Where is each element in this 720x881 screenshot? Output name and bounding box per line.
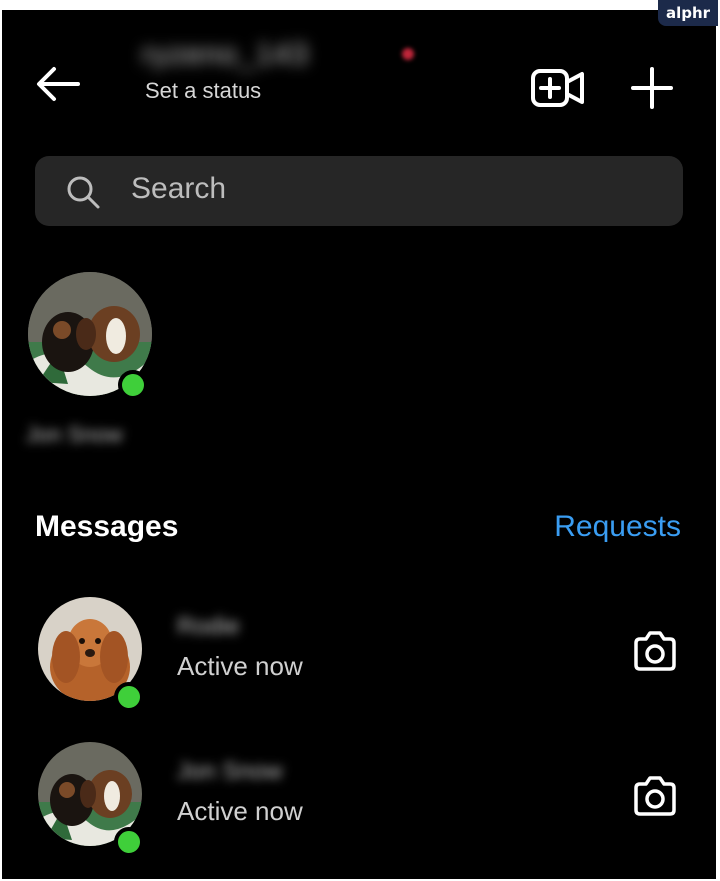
conversation-row[interactable]: Jon Snow Active now: [2, 740, 716, 860]
screenshot: alphr ryzeno_143 Set a status Search Jon…: [0, 0, 720, 881]
search-icon: [67, 176, 100, 209]
camera-button[interactable]: [630, 627, 680, 677]
new-message-button[interactable]: [628, 64, 676, 112]
watermark-logo: alphr: [658, 0, 718, 26]
camera-icon: [634, 776, 676, 816]
account-username[interactable]: ryzeno_143: [142, 38, 309, 72]
requests-link[interactable]: Requests: [554, 510, 681, 544]
conversation-name: Jon Snow: [177, 758, 283, 785]
set-status-link[interactable]: Set a status: [145, 78, 261, 104]
arrow-left-icon: [37, 67, 80, 101]
conversation-row[interactable]: Rodie Active now: [2, 595, 716, 715]
back-button[interactable]: [32, 58, 84, 110]
account-switch-indicator: [402, 48, 414, 60]
new-video-call-button[interactable]: [530, 66, 586, 114]
camera-button[interactable]: [630, 772, 680, 822]
active-contact-item[interactable]: Jon Snow: [26, 272, 156, 452]
direct-messages-screen: ryzeno_143 Set a status Search Jon Snow …: [2, 10, 716, 879]
video-call-add-icon: [531, 69, 584, 107]
online-indicator: [114, 682, 144, 712]
conversation-status: Active now: [177, 796, 303, 826]
search-input[interactable]: Search: [35, 156, 683, 226]
online-indicator: [118, 370, 148, 400]
messages-heading: Messages: [35, 510, 179, 543]
plus-icon: [631, 67, 673, 109]
active-contact-name: Jon Snow: [26, 422, 123, 447]
camera-icon: [634, 631, 676, 671]
conversation-status: Active now: [177, 651, 303, 681]
online-indicator: [114, 827, 144, 857]
search-placeholder: Search: [131, 172, 227, 205]
conversation-name: Rodie: [177, 613, 240, 640]
